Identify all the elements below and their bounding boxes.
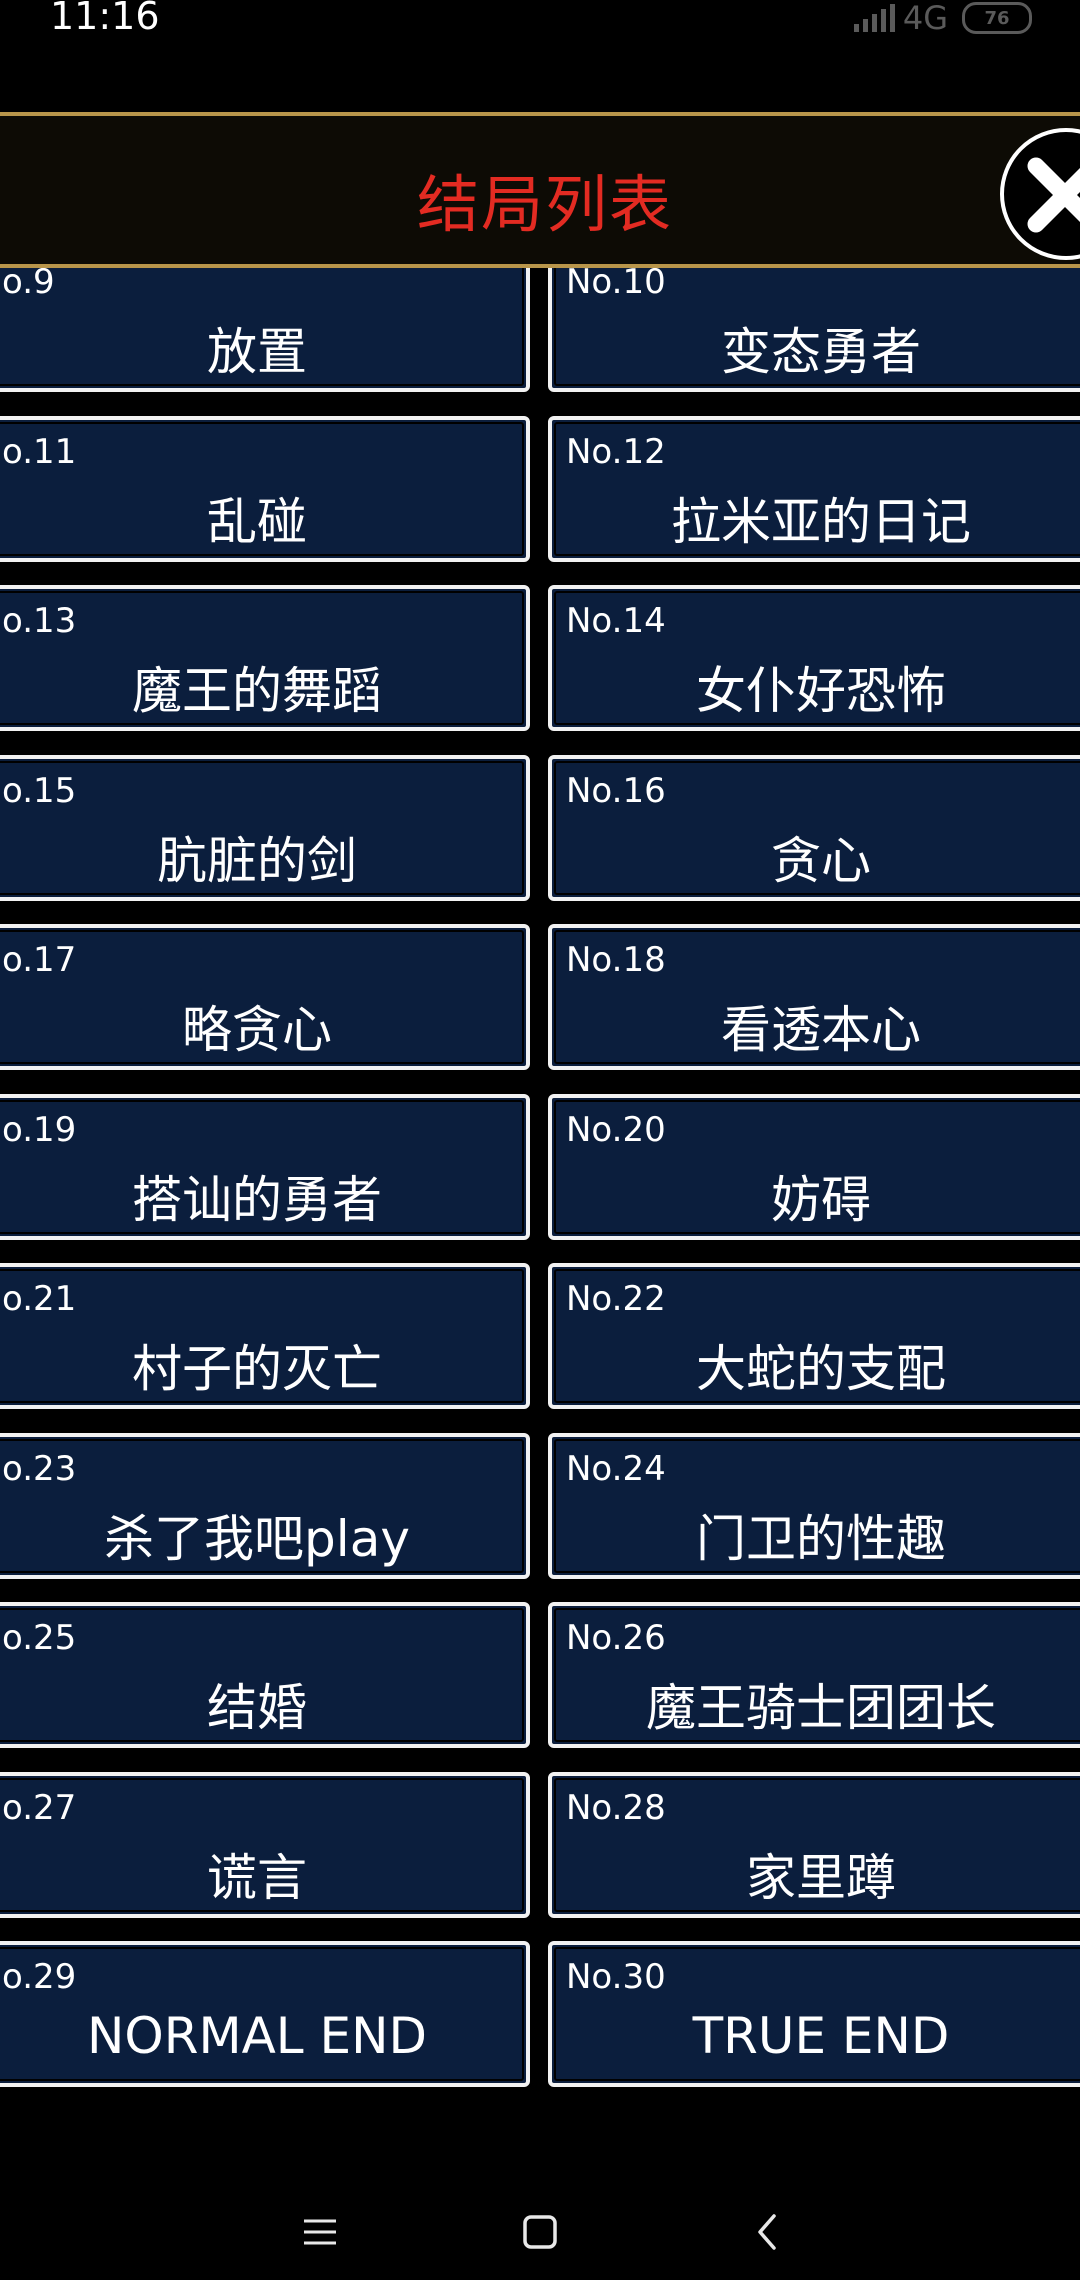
header-bar: 结局列表 bbox=[0, 112, 1080, 268]
network-type-label: 4G bbox=[902, 0, 948, 37]
ending-card[interactable]: o.11 乱碰 bbox=[0, 416, 530, 562]
menu-icon[interactable] bbox=[300, 2212, 340, 2252]
ending-number: No.24 bbox=[566, 1449, 666, 1489]
ending-title: 结婚 bbox=[207, 1679, 307, 1737]
ending-card[interactable]: No.14 女仆好恐怖 bbox=[548, 585, 1080, 731]
ending-number: No.28 bbox=[566, 1788, 666, 1828]
battery-level: 76 bbox=[984, 7, 1010, 29]
ending-title: 拉米亚的日记 bbox=[671, 493, 971, 551]
ending-card[interactable]: o.29 NORMAL END bbox=[0, 1941, 530, 2087]
ending-number: o.13 bbox=[2, 601, 77, 641]
ending-card[interactable]: o.13 魔王的舞蹈 bbox=[0, 585, 530, 731]
ending-title: 村子的灭亡 bbox=[132, 1340, 382, 1398]
ending-card[interactable]: No.22 大蛇的支配 bbox=[548, 1263, 1080, 1409]
ending-number: o.11 bbox=[2, 432, 77, 472]
ending-number: o.19 bbox=[2, 1110, 77, 1150]
ending-card[interactable]: No.30 TRUE END bbox=[548, 1941, 1080, 2087]
ending-card[interactable]: No.20 妨碍 bbox=[548, 1094, 1080, 1240]
ending-card[interactable]: o.27 谎言 bbox=[0, 1772, 530, 1918]
home-square-icon[interactable] bbox=[520, 2212, 560, 2252]
ending-title: 看透本心 bbox=[721, 1001, 921, 1059]
ending-number: o.29 bbox=[2, 1957, 77, 1997]
ending-number: No.22 bbox=[566, 1279, 666, 1319]
ending-number: o.17 bbox=[2, 940, 77, 980]
ending-number: No.26 bbox=[566, 1618, 666, 1658]
ending-title: 放置 bbox=[207, 323, 307, 381]
ending-title: 谎言 bbox=[207, 1849, 307, 1907]
ending-card[interactable]: No.26 魔王骑士团团长 bbox=[548, 1602, 1080, 1748]
ending-title: 妨碍 bbox=[771, 1171, 871, 1229]
page-title: 结局列表 bbox=[416, 168, 673, 241]
ending-title: 贪心 bbox=[771, 832, 871, 890]
ending-card[interactable]: o.15 肮脏的剑 bbox=[0, 755, 530, 901]
ending-title: 女仆好恐怖 bbox=[696, 662, 946, 720]
ending-number: No.18 bbox=[566, 940, 666, 980]
ending-number: o.23 bbox=[2, 1449, 77, 1489]
ending-number: No.12 bbox=[566, 432, 666, 472]
ending-card[interactable]: No.10 变态勇者 bbox=[548, 268, 1080, 392]
ending-number: o.27 bbox=[2, 1788, 77, 1828]
navigation-bar bbox=[0, 2160, 1080, 2280]
ending-number: No.14 bbox=[566, 601, 666, 641]
ending-title: 肮脏的剑 bbox=[157, 832, 357, 890]
ending-card[interactable]: No.24 门卫的性趣 bbox=[548, 1433, 1080, 1579]
ending-title: 大蛇的支配 bbox=[696, 1340, 946, 1398]
ending-number: No.30 bbox=[566, 1957, 666, 1997]
status-indicators: 4G 76 bbox=[853, 0, 1032, 37]
ending-number: o.25 bbox=[2, 1618, 77, 1658]
battery-icon: 76 bbox=[962, 2, 1032, 34]
ending-title: TRUE END bbox=[692, 2007, 950, 2065]
ending-title: 魔王骑士团团长 bbox=[646, 1679, 996, 1737]
signal-strength-icon bbox=[853, 4, 895, 32]
ending-title: 搭讪的勇者 bbox=[132, 1171, 382, 1229]
ending-card[interactable]: o.23 杀了我吧play bbox=[0, 1433, 530, 1579]
ending-title: 乱碰 bbox=[207, 493, 307, 551]
status-bar: 11:16 4G 76 bbox=[0, 0, 1080, 40]
ending-number: o.9 bbox=[2, 268, 55, 302]
ending-card[interactable]: No.12 拉米亚的日记 bbox=[548, 416, 1080, 562]
ending-title: 略贪心 bbox=[182, 1001, 332, 1059]
ending-number: No.16 bbox=[566, 771, 666, 811]
ending-card[interactable]: o.25 结婚 bbox=[0, 1602, 530, 1748]
ending-card[interactable]: No.18 看透本心 bbox=[548, 924, 1080, 1070]
ending-number: No.10 bbox=[566, 268, 666, 302]
ending-card[interactable]: No.28 家里蹲 bbox=[548, 1772, 1080, 1918]
ending-number: o.21 bbox=[2, 1279, 77, 1319]
ending-card[interactable]: o.19 搭讪的勇者 bbox=[0, 1094, 530, 1240]
status-time: 11:16 bbox=[50, 0, 160, 38]
ending-title: 杀了我吧play bbox=[104, 1510, 410, 1568]
back-chevron-icon[interactable] bbox=[748, 2212, 788, 2252]
close-icon bbox=[1027, 157, 1080, 233]
endings-grid: o.9 放置 No.10 变态勇者 o.11 乱碰 No.12 拉米亚的日记 o.13 魔王的舞蹈… bbox=[0, 268, 1080, 2098]
ending-title: 魔王的舞蹈 bbox=[132, 662, 382, 720]
ending-card[interactable]: o.9 放置 bbox=[0, 268, 530, 392]
ending-number: o.15 bbox=[2, 771, 77, 811]
ending-title: 变态勇者 bbox=[721, 323, 921, 381]
ending-number: No.20 bbox=[566, 1110, 666, 1150]
ending-title: NORMAL END bbox=[86, 2007, 428, 2065]
ending-title: 家里蹲 bbox=[746, 1849, 896, 1907]
ending-card[interactable]: o.17 略贪心 bbox=[0, 924, 530, 1070]
ending-title: 门卫的性趣 bbox=[696, 1510, 946, 1568]
ending-card[interactable]: No.16 贪心 bbox=[548, 755, 1080, 901]
ending-card[interactable]: o.21 村子的灭亡 bbox=[0, 1263, 530, 1409]
